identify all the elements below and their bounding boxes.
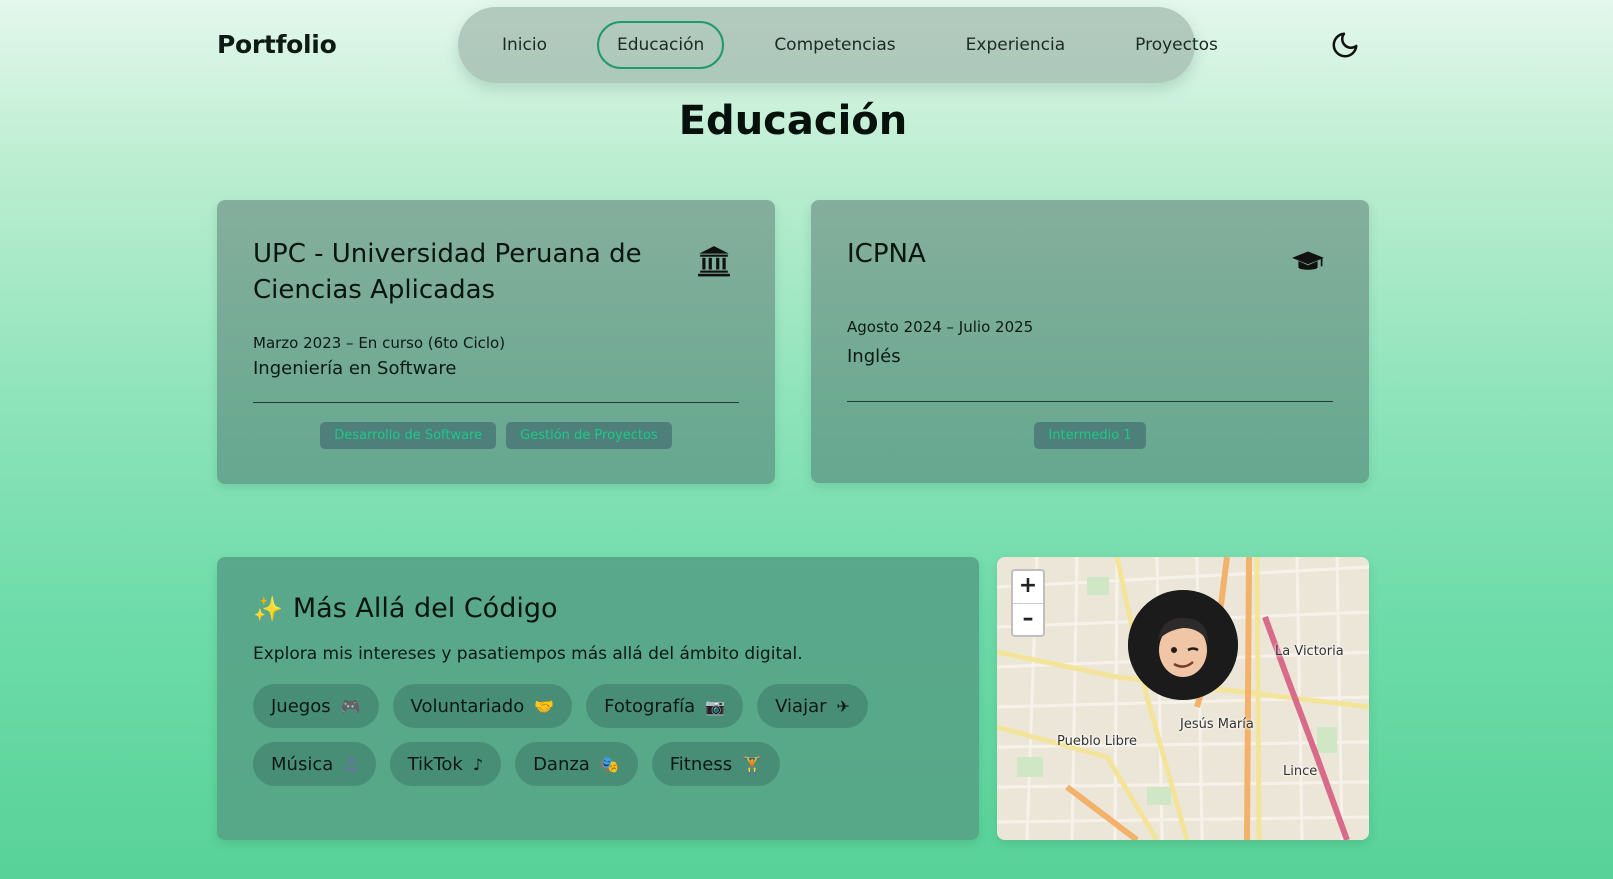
tag: Desarrollo de Software <box>320 422 497 449</box>
card-dates: Agosto 2024 – Julio 2025 <box>847 318 1034 336</box>
main-nav: Inicio Educación Competencias Experienci… <box>458 7 1218 83</box>
education-card-icpna: ICPNA Agosto 2024 – Julio 2025 Inglés In… <box>811 200 1369 483</box>
hobby-chip-tiktok[interactable]: TikTok ♪ <box>389 742 502 786</box>
zoom-in-button[interactable]: + <box>1013 571 1043 603</box>
map-label: Pueblo Libre <box>1057 734 1137 749</box>
avatar <box>1128 590 1238 700</box>
beyond-code-card: ✨ Más Allá del Código Explora mis intere… <box>217 557 979 840</box>
card-tags: Intermedio 1 <box>811 422 1369 449</box>
card-divider <box>847 401 1333 402</box>
card-dates: Marzo 2023 – En curso (6to Ciclo) <box>253 334 506 352</box>
camera-icon: 📷 <box>705 696 726 716</box>
card-title: ICPNA <box>847 239 926 269</box>
hobby-chip-danza[interactable]: Danza 🎭 <box>515 742 638 786</box>
card-title: UPC - Universidad Peruana de Ciencias Ap… <box>253 239 642 305</box>
map-label: Lince <box>1283 764 1318 779</box>
map-zoom-control: + – <box>1011 569 1045 637</box>
location-map[interactable]: + – La Victoria Pueblo Libre Jesús María… <box>997 557 1369 840</box>
dumbbell-icon: 🏋 <box>742 754 763 774</box>
plane-icon: ✈ <box>836 696 850 716</box>
graduation-cap-icon <box>1291 244 1325 278</box>
hobby-chip-fotografia[interactable]: Fotografía 📷 <box>586 684 744 728</box>
map-label: La Victoria <box>1275 644 1344 659</box>
card-degree: Ingeniería en Software <box>253 358 457 379</box>
hobby-label: Fotografía <box>604 695 696 717</box>
beyond-title: ✨ Más Allá del Código <box>253 593 943 624</box>
zoom-out-button[interactable]: – <box>1013 603 1043 635</box>
card-degree: Inglés <box>847 346 901 367</box>
map-label: Jesús María <box>1180 717 1254 732</box>
moon-icon[interactable] <box>1330 30 1360 60</box>
card-tags: Desarrollo de Software Gestión de Proyec… <box>217 422 775 449</box>
hobby-chip-musica[interactable]: Música ♫ <box>253 742 376 786</box>
gamepad-icon: 🎮 <box>340 696 361 716</box>
hobby-label: Música <box>271 753 334 775</box>
tiktok-icon: ♪ <box>472 754 484 774</box>
hobby-chip-juegos[interactable]: Juegos 🎮 <box>253 684 379 728</box>
nav-item-inicio[interactable]: Inicio <box>482 21 567 69</box>
nav-item-proyectos[interactable]: Proyectos <box>1115 21 1238 69</box>
nav-item-educacion[interactable]: Educación <box>596 21 725 69</box>
nav-item-competencias[interactable]: Competencias <box>754 21 915 69</box>
hobby-chip-viajar[interactable]: Viajar ✈ <box>757 684 868 728</box>
hobby-chip-voluntariado[interactable]: Voluntariado 🤝 <box>392 684 573 728</box>
music-icon: ♫ <box>343 754 358 774</box>
hobby-label: Fitness <box>669 753 733 775</box>
section-title: Educación <box>678 98 908 144</box>
university-icon <box>697 244 731 278</box>
handshake-icon: 🤝 <box>534 696 555 716</box>
hobby-label: Danza <box>533 753 590 775</box>
beyond-description: Explora mis intereses y pasatiempos más … <box>253 644 803 664</box>
tag: Gestión de Proyectos <box>506 422 672 449</box>
hobby-list: Juegos 🎮 Voluntariado 🤝 Fotografía 📷 Via… <box>253 684 893 786</box>
tag: Intermedio 1 <box>1034 422 1146 449</box>
education-card-upc: UPC - Universidad Peruana de Ciencias Ap… <box>217 200 775 484</box>
masks-icon: 🎭 <box>599 754 620 774</box>
nav-item-experiencia[interactable]: Experiencia <box>946 21 1086 69</box>
hobby-label: TikTok <box>407 753 463 775</box>
hobby-label: Viajar <box>775 695 827 717</box>
hobby-label: Voluntariado <box>410 695 525 717</box>
hobby-label: Juegos <box>271 695 331 717</box>
brand-logo[interactable]: Portfolio <box>217 30 337 59</box>
hobby-chip-fitness[interactable]: Fitness 🏋 <box>651 742 781 786</box>
beyond-title-text: Más Allá del Código <box>292 593 558 624</box>
card-divider <box>253 402 739 403</box>
sparkles-icon: ✨ <box>253 594 283 623</box>
